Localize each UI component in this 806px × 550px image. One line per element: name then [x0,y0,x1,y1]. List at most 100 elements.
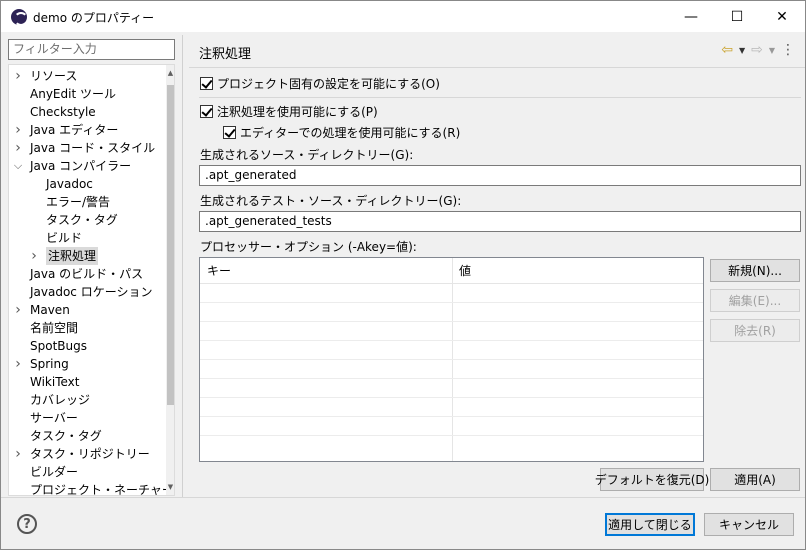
tree-item[interactable]: Javadoc [9,175,164,193]
table-row-line [200,378,703,379]
view-menu-icon[interactable]: ⋮ [781,42,795,58]
tree-item-label: Java エディター [30,123,119,137]
back-arrow-icon[interactable]: ⇦ [721,42,733,58]
properties-dialog: demo のプロパティー — ☐ ✕ フィルター入力 › リソース AnyEdit … [0,0,806,550]
tree-item-label: Maven [30,303,70,317]
preference-tree: › リソース AnyEdit ツール Checkstyle › Java エディター › Ja… [8,64,175,496]
new-button[interactable]: 新規(N)... [710,259,800,282]
tree-item[interactable]: › タスク・リポジトリー [9,445,164,463]
tree-item[interactable]: Javadoc ロケーション [9,283,164,301]
section-divider [199,97,801,98]
tree-item[interactable]: ビルド [9,229,164,247]
apply-and-close-button[interactable]: 適用して閉じる [605,513,695,536]
tree-item[interactable]: › 注釈処理 [9,247,164,265]
enable-in-editor-checkbox[interactable]: エディターでの処理を使用可能にする(R) [223,123,460,141]
tree-scrollbar[interactable]: ▲ ▼ [166,65,174,495]
tree-item[interactable]: 名前空間 [9,319,164,337]
scroll-down-icon[interactable]: ▼ [166,481,174,493]
tree-item-label: タスク・タグ [46,213,118,227]
window-title: demo のプロパティー [33,11,155,25]
chevron-right-icon[interactable]: › [13,67,23,85]
enable-processing-checkbox[interactable]: 注釈処理を使用可能にする(P) [200,102,378,120]
tree-item[interactable]: カバレッジ [9,391,164,409]
column-header-value[interactable]: 値 [452,258,471,284]
restore-defaults-button[interactable]: デフォルトを復元(D) [595,468,709,491]
tree-item[interactable]: Checkstyle [9,103,164,121]
chevron-right-icon[interactable]: › [13,445,23,463]
tree-item-label: Java コンパイラー [30,159,132,173]
table-row-line [200,397,703,398]
tree-item-label: エラー/警告 [46,195,111,209]
table-row-line [200,359,703,360]
pane-splitter[interactable] [182,35,183,497]
tree-item-label: プロジェクト・ネーチャー [30,483,174,496]
tree-item[interactable]: › Maven [9,301,164,319]
table-row-line [200,435,703,436]
tree-item-label: Java コード・スタイル [30,141,156,155]
help-icon[interactable]: ? [17,514,37,534]
processor-options-label: プロセッサー・オプション (-Akey=値): [200,240,417,254]
tree-item-label: AnyEdit ツール [30,87,116,101]
tree-item[interactable]: › Java エディター [9,121,164,139]
source-dir-label: 生成されるソース・ディレクトリー(G): [200,148,414,162]
tree-item[interactable]: WikiText [9,373,164,391]
scroll-thumb[interactable] [167,85,174,405]
tree-item[interactable]: SpotBugs [9,337,164,355]
filter-input[interactable]: フィルター入力 [8,39,175,60]
back-menu-chevron-icon[interactable]: ▼ [739,46,745,55]
processor-options-table[interactable]: キー 値 [199,257,704,462]
apply-button[interactable]: 適用(A) [710,468,800,491]
tree-item[interactable]: › リソース [9,67,164,85]
scroll-up-icon[interactable]: ▲ [166,67,174,79]
chevron-right-icon[interactable]: › [13,301,23,319]
checkbox-box[interactable] [200,104,213,118]
tree-item-label: ビルド [46,231,83,245]
tree-item[interactable]: ⌵ Java コンパイラー [9,157,164,175]
close-button[interactable]: ✕ [759,1,805,32]
tree-item-label: Java のビルド・パス [30,267,144,281]
maximize-button[interactable]: ☐ [714,1,760,32]
footer-divider [1,497,805,498]
tree-item[interactable]: AnyEdit ツール [9,85,164,103]
tree-item[interactable]: Java のビルド・パス [9,265,164,283]
tree-item[interactable]: › Java コード・スタイル [9,139,164,157]
tree-item[interactable]: タスク・タグ [9,211,164,229]
table-row-line [200,416,703,417]
chevron-right-icon[interactable]: › [13,121,23,139]
tree-item[interactable]: タスク・タグ [9,427,164,445]
source-dir-field[interactable]: .apt_generated [199,165,801,186]
project-specific-checkbox[interactable]: プロジェクト固有の設定を可能にする(O) [200,74,440,92]
checkbox-box[interactable] [200,76,213,90]
tree-item[interactable]: エラー/警告 [9,193,164,211]
tree-item-label: カバレッジ [30,393,91,407]
tree-item-label: WikiText [30,375,80,389]
checkbox-box[interactable] [223,125,236,139]
tree-item-label: Javadoc ロケーション [30,285,153,299]
test-source-dir-field[interactable]: .apt_generated_tests [199,211,801,232]
tree-item[interactable]: › Spring [9,355,164,373]
enable-processing-label: 注釈処理を使用可能にする(P) [217,104,378,119]
page-header: 注釈処理 ⇦ ▼ ⇨ ▼ ⋮ [189,37,805,67]
table-row-line [200,321,703,322]
column-header-key[interactable]: キー [200,258,231,284]
chevron-right-icon[interactable]: › [13,139,23,157]
chevron-down-icon[interactable]: ⌵ [13,157,23,175]
tree-item[interactable]: サーバー [9,409,164,427]
forward-menu-chevron-icon: ▼ [768,45,775,55]
remove-button: 除去(R) [710,319,800,342]
project-specific-label: プロジェクト固有の設定を可能にする(O) [217,76,440,91]
tree-item[interactable]: ビルダー [9,463,164,481]
minimize-button[interactable]: — [668,1,714,32]
table-row-line [200,340,703,341]
chevron-right-icon[interactable]: › [13,355,23,373]
cancel-button[interactable]: キャンセル [704,513,794,536]
tree-item-label: タスク・タグ [30,429,102,443]
enable-in-editor-label: エディターでの処理を使用可能にする(R) [240,125,461,140]
chevron-right-icon[interactable]: › [29,247,39,265]
header-divider [189,67,805,68]
title-bar: demo のプロパティー — ☐ ✕ [1,1,805,32]
tree-item-label: Checkstyle [30,105,96,119]
tree-item-label: Javadoc [46,177,93,191]
test-source-dir-label: 生成されるテスト・ソース・ディレクトリー(G): [200,194,462,208]
tree-item[interactable]: プロジェクト・ネーチャー [9,481,174,495]
